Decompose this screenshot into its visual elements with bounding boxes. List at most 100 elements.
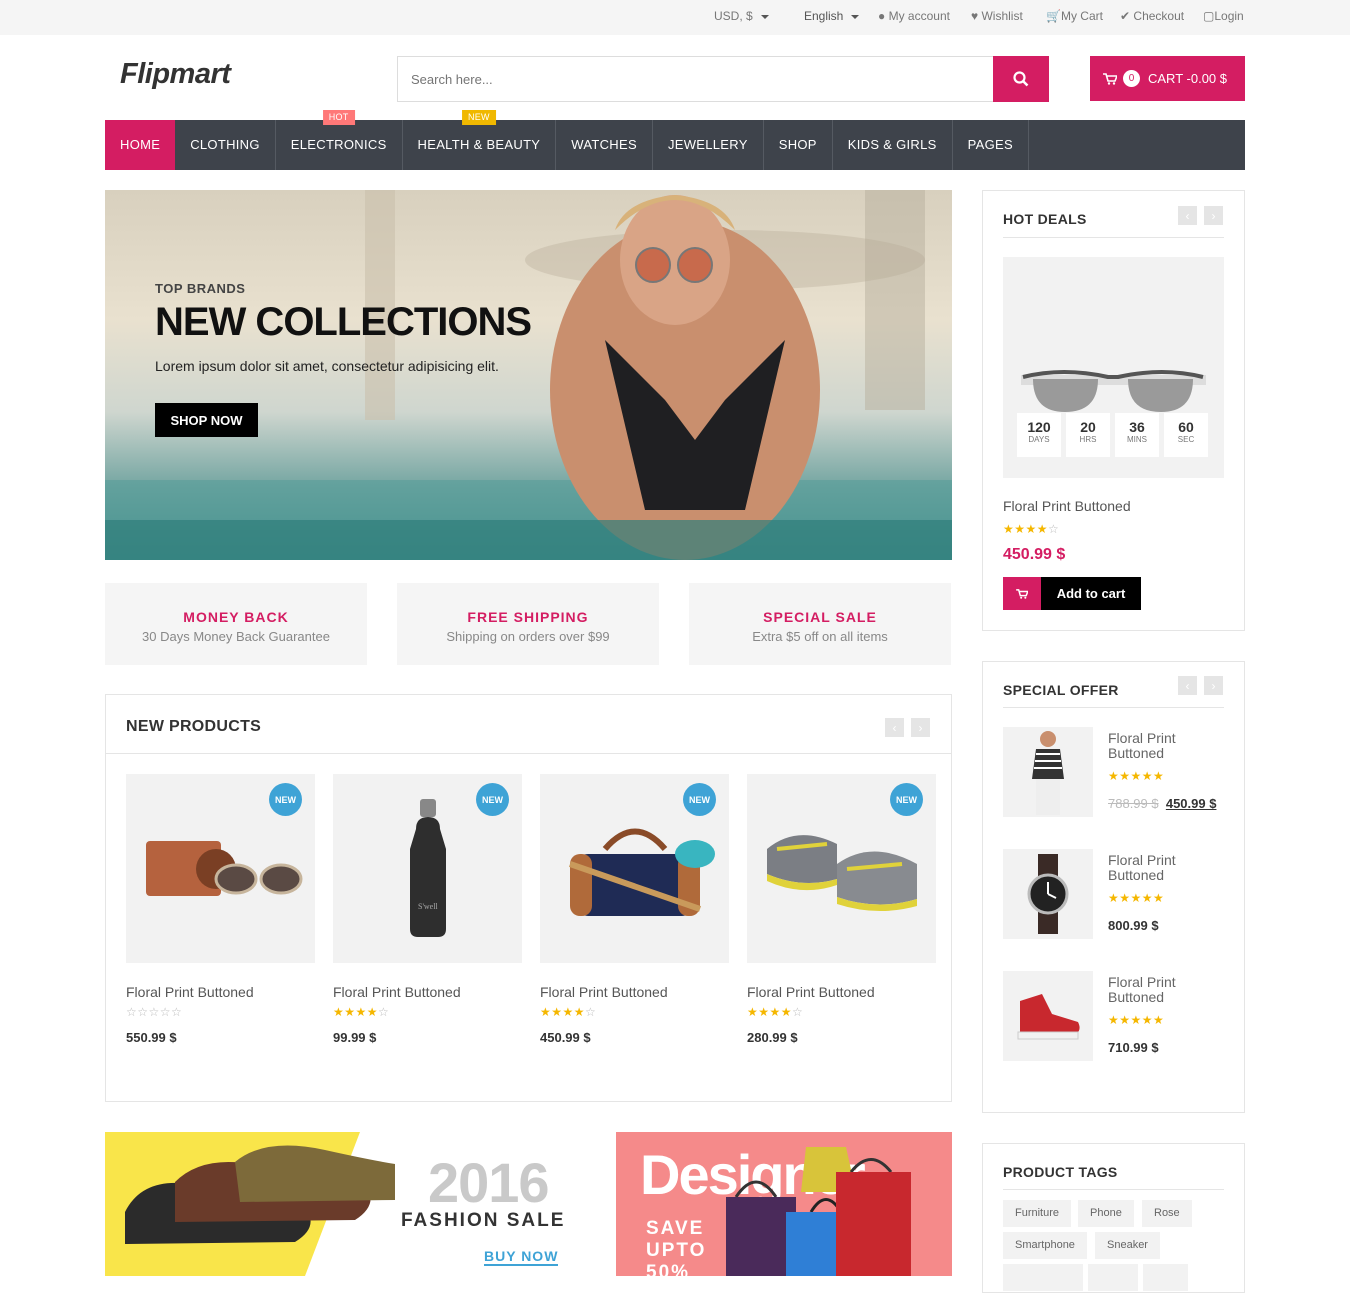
tag-rose[interactable]: Rose (1142, 1200, 1192, 1227)
nav-item-home[interactable]: HOME (105, 120, 176, 170)
prev-arrow-button[interactable]: ‹ (1178, 676, 1197, 695)
price-group: 788.99 $ 450.99 $ (1108, 796, 1216, 811)
old-price: 788.99 $ (1108, 796, 1159, 811)
buy-now-link[interactable]: BUY NOW (484, 1248, 559, 1266)
add-to-cart-label: Add to cart (1041, 577, 1141, 610)
countdown-unit: SEC (1177, 435, 1195, 444)
add-to-cart-button[interactable]: Add to cart (1003, 577, 1141, 610)
tag-partial[interactable] (1003, 1264, 1083, 1291)
nav-item-watches[interactable]: WATCHES (556, 120, 653, 170)
tag-partial[interactable] (1143, 1264, 1188, 1291)
product-image[interactable] (1003, 849, 1093, 939)
nav-item-clothing[interactable]: CLOTHING (175, 120, 276, 170)
login-link[interactable]: ▢Login (1203, 9, 1244, 23)
product-image[interactable]: NEW (747, 774, 936, 963)
tag-smartphone[interactable]: Smartphone (1003, 1232, 1087, 1259)
wishlist-label: Wishlist (981, 9, 1023, 23)
nav-item-pages[interactable]: PAGES (953, 120, 1029, 170)
language-dropdown[interactable]: English (804, 9, 860, 23)
next-arrow-button[interactable]: › (1204, 676, 1223, 695)
tag-partial[interactable] (1088, 1264, 1138, 1291)
product-image[interactable] (1003, 971, 1093, 1061)
product-image[interactable]: S'well NEW (333, 774, 522, 963)
prev-arrow-button[interactable]: ‹ (1178, 206, 1197, 225)
my-cart-label: My Cart (1060, 9, 1103, 23)
chevron-left-icon: ‹ (1185, 678, 1190, 693)
search-button[interactable] (993, 56, 1049, 102)
special-offer-item[interactable]: Floral Print Buttoned ★★★★★ 800.99 $ (1003, 849, 1243, 939)
product-card[interactable]: S'well NEW Floral Print Buttoned ★★★★☆ 9… (333, 774, 522, 1045)
section-title: NEW PRODUCTS (126, 718, 262, 735)
tshirt-model-image (1032, 731, 1064, 815)
tag-sneaker[interactable]: Sneaker (1095, 1232, 1160, 1259)
sneakers-image (766, 834, 917, 911)
designer-banner[interactable]: Designer SAVE UPTO 50% (616, 1132, 952, 1276)
tag-phone[interactable]: Phone (1078, 1200, 1134, 1227)
checkout-link[interactable]: ✔ Checkout (1120, 9, 1184, 23)
logo[interactable]: Flipmart (120, 58, 231, 91)
search-input[interactable] (398, 57, 994, 101)
currency-dropdown[interactable]: USD, $ (714, 9, 769, 23)
currency-label: USD, $ (714, 9, 753, 23)
shop-now-button[interactable]: SHOP NOW (155, 403, 258, 437)
nav-label: WATCHES (571, 137, 637, 152)
nav-item-electronics[interactable]: HOT ELECTRONICS (276, 110, 403, 170)
chevron-down-icon (851, 14, 860, 19)
countdown-days: 120 DAYS (1017, 413, 1061, 457)
widget-title: HOT DEALS (1003, 211, 1087, 227)
nav-label: ELECTRONICS (290, 137, 387, 152)
red-sneaker-image (1017, 994, 1080, 1040)
product-name[interactable]: Floral Print Buttoned (126, 984, 315, 1000)
wishlist-link[interactable]: ♥ Wishlist (971, 9, 1023, 23)
my-cart-link[interactable]: 🛒My Cart (1046, 9, 1103, 23)
special-offer-item[interactable]: Floral Print Buttoned ★★★★★ 788.99 $ 450… (1003, 727, 1243, 817)
rating-stars: ★★★★☆ (1003, 522, 1060, 536)
hot-deals-widget: HOT DEALS ‹ › 120 DAYS 20 HRS 36 MINS 60 SEC… (982, 190, 1245, 631)
nav-item-kids-girls[interactable]: KIDS & GIRLS (833, 120, 953, 170)
save-line: 50% (646, 1262, 691, 1276)
duffel-bag-image (568, 828, 715, 916)
cart-button[interactable]: 0 CART -0.00 $ (1090, 56, 1245, 101)
user-icon: ● (878, 9, 886, 23)
product-image[interactable]: NEW (126, 774, 315, 963)
product-price: 710.99 $ (1108, 1040, 1159, 1055)
divider (1003, 1189, 1224, 1190)
feature-subtitle: Shipping on orders over $99 (446, 629, 610, 644)
new-products-section: NEW PRODUCTS ‹ › NEW Floral Print Button… (105, 694, 952, 1102)
hot-deal-image[interactable]: 120 DAYS 20 HRS 36 MINS 60 SEC (1003, 257, 1224, 478)
nav-label: SHOP (778, 137, 817, 152)
product-image[interactable]: NEW (540, 774, 729, 963)
product-card[interactable]: NEW Floral Print Buttoned ★★★★☆ 450.99 $ (540, 774, 729, 1045)
handbags-image (726, 1147, 911, 1276)
shoes-image (125, 1132, 396, 1276)
prev-arrow-button[interactable]: ‹ (885, 718, 904, 737)
next-arrow-button[interactable]: › (1204, 206, 1223, 225)
product-name[interactable]: Floral Print Buttoned (1108, 853, 1198, 883)
product-name[interactable]: Floral Print Buttoned (333, 984, 522, 1000)
cart-icon: 🛒 (1046, 9, 1061, 23)
product-name[interactable]: Floral Print Buttoned (1108, 731, 1198, 761)
product-name[interactable]: Floral Print Buttoned (540, 984, 729, 1000)
product-card[interactable]: NEW Floral Print Buttoned ★★★★☆ 280.99 $ (747, 774, 936, 1045)
my-account-link[interactable]: ● My account (878, 9, 950, 23)
feature-special-sale: SPECIAL SALE Extra $5 off on all items (689, 583, 951, 665)
countdown-value: 60 (1178, 419, 1194, 435)
product-card[interactable]: NEW Floral Print Buttoned ☆☆☆☆☆ 550.99 $ (126, 774, 315, 1045)
nav-item-shop[interactable]: SHOP (764, 120, 833, 170)
nav-item-jewellery[interactable]: JEWELLERY (653, 120, 764, 170)
nav-item-health-beauty[interactable]: NEW HEALTH & BEAUTY (403, 110, 557, 170)
special-offer-item[interactable]: Floral Print Buttoned ★★★★★ 710.99 $ (1003, 971, 1243, 1061)
new-badge: NEW (890, 783, 923, 816)
feature-title: SPECIAL SALE (763, 609, 877, 625)
nav-label: KIDS & GIRLS (847, 137, 937, 152)
next-arrow-button[interactable]: › (911, 718, 930, 737)
special-offer-widget: SPECIAL OFFER ‹ › Floral Print Buttoned … (982, 661, 1245, 1113)
product-image[interactable] (1003, 727, 1093, 817)
product-name[interactable]: Floral Print Buttoned (747, 984, 936, 1000)
product-name[interactable]: Floral Print Buttoned (1108, 975, 1198, 1005)
hero-slider[interactable]: TOP BRANDS NEW COLLECTIONS Lorem ipsum d… (105, 190, 952, 560)
widget-title: PRODUCT TAGS (1003, 1164, 1118, 1180)
fashion-sale-banner-left[interactable] (105, 1132, 396, 1276)
tag-furniture[interactable]: Furniture (1003, 1200, 1072, 1227)
product-name[interactable]: Floral Print Buttoned (1003, 498, 1131, 514)
